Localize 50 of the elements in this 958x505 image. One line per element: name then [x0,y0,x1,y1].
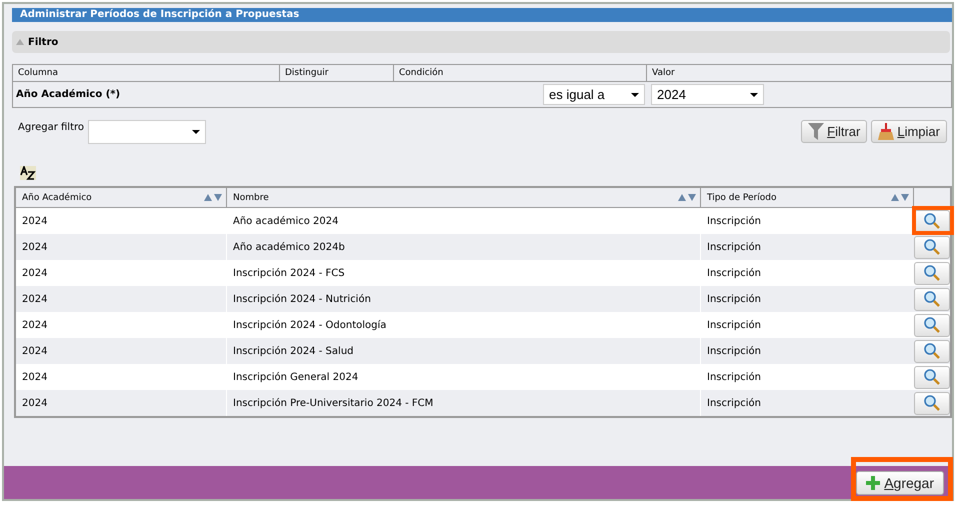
sort-arrows-icon[interactable] [204,194,222,201]
magnifier-icon [923,213,941,229]
table-cell-text: Inscripción [706,214,762,228]
table-cell: Inscripción Pre-Universitario 2024 - FCM [227,390,701,416]
sort-az-icon[interactable] [20,166,36,180]
filter-header[interactable]: Filtro [12,31,950,53]
column-header: Condición [394,65,647,81]
table-cell-text: Inscripción [706,344,762,358]
magnifier-icon [923,291,941,307]
column-header: Columna [13,65,280,81]
filter-label: Año Académico (*) [15,89,122,100]
column-header[interactable]: Tipo de Período [701,188,914,207]
view-button[interactable] [914,366,950,388]
view-button[interactable] [914,314,950,336]
magnifier-icon [923,369,941,385]
magnifier-icon [923,239,941,255]
magnifier-icon [923,317,941,333]
table-cell-text: Inscripción [706,240,762,254]
view-button[interactable] [914,392,950,414]
magnifier-icon [923,343,941,359]
filter-title: Filtro [28,36,58,48]
plus-icon [866,476,880,490]
column-header: Distinguir [280,65,394,81]
table-cell-text: Inscripción [706,292,762,306]
funnel-icon [808,123,824,140]
clear-button[interactable]: Limpiar [871,120,947,143]
table-cell-text: Inscripción [706,318,762,332]
table-cell-text: Inscripción [706,266,762,280]
table-cell: 2024 [16,390,227,416]
column-header[interactable]: Año Académico [16,188,227,207]
view-button[interactable] [914,340,950,362]
window-title: Administrar Períodos de Inscripción a Propuestas [12,8,952,22]
view-button[interactable] [914,288,950,310]
add-filter-label: Agregar filtro [18,122,84,133]
view-button[interactable] [914,262,950,284]
table-cell-text: Inscripción [706,370,762,384]
broom-icon [878,123,894,140]
condition-dropdown[interactable]: es igual a [543,84,645,105]
sort-arrows-icon[interactable] [678,194,696,201]
add-button[interactable]: Agregar [856,470,944,494]
collapse-icon [16,39,24,45]
column-header: Valor [651,67,676,80]
magnifier-icon [923,395,941,411]
table-cell-text: Inscripción [706,396,762,410]
magnifier-icon [923,265,941,281]
column-header[interactable]: Nombre [227,188,701,207]
filter-button[interactable]: Filtrar [801,120,868,143]
view-button[interactable] [914,236,950,258]
value-dropdown[interactable]: 2024 [651,84,764,105]
sort-arrows-icon[interactable] [891,194,909,201]
